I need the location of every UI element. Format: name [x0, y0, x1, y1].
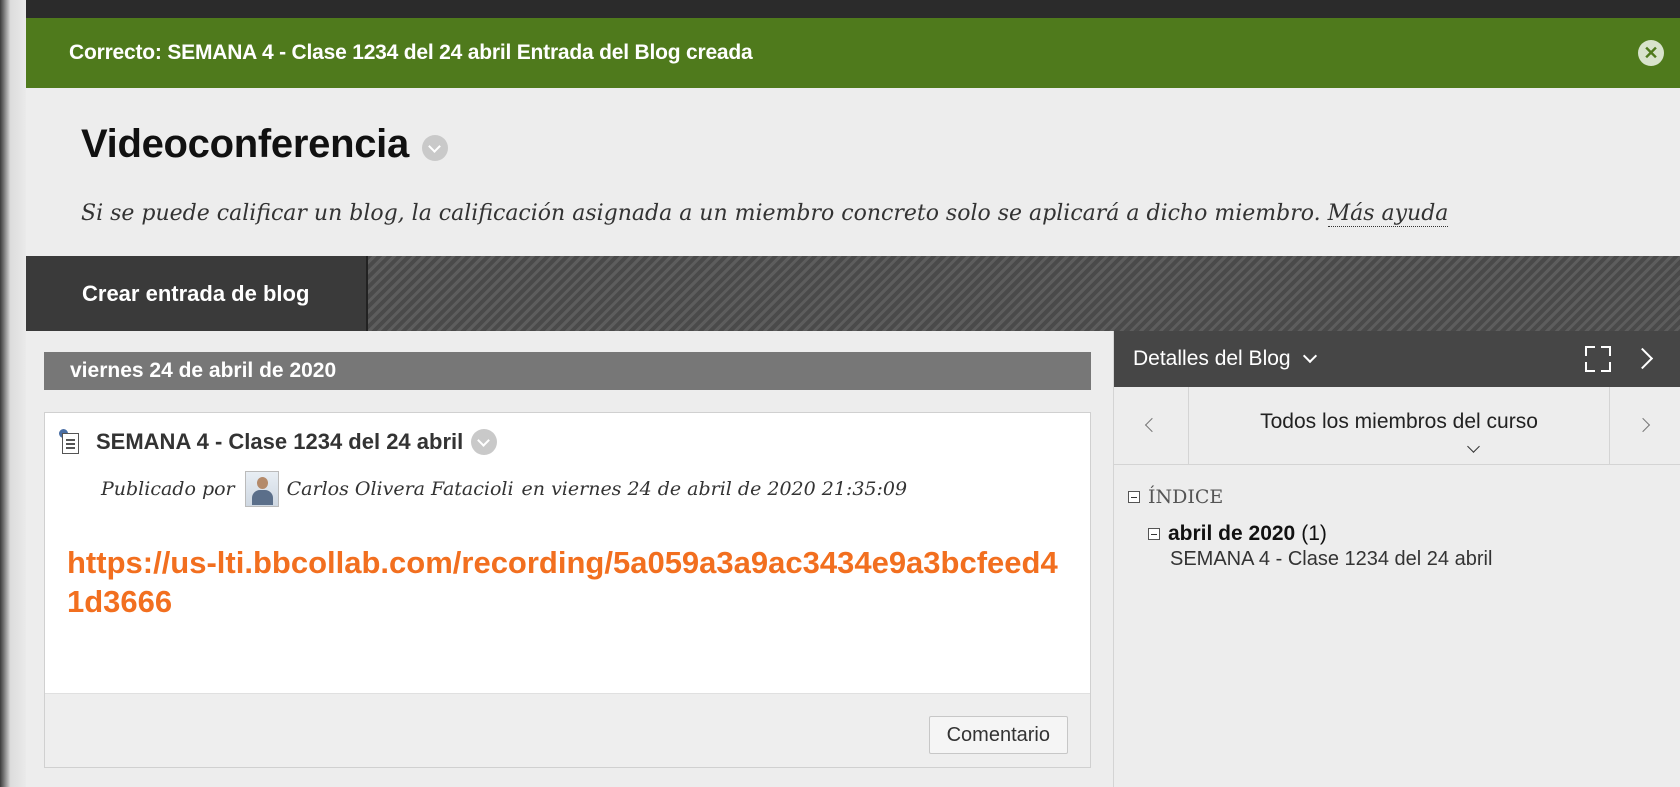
entry-title-row: SEMANA 4 - Clase 1234 del 24 abril — [59, 429, 498, 455]
chevron-down-icon — [1467, 440, 1480, 453]
chevron-down-icon[interactable] — [471, 429, 498, 455]
blog-entry-icon — [59, 429, 81, 455]
chevron-right-icon[interactable] — [1631, 347, 1654, 370]
blog-entry-card: SEMANA 4 - Clase 1234 del 24 abril Publi… — [44, 412, 1091, 768]
index-month: abril de 2020 (1) — [1148, 522, 1668, 546]
blog-page: Correcto: SEMANA 4 - Clase 1234 del 24 a… — [26, 18, 1680, 787]
collapse-toggle-icon[interactable] — [1128, 491, 1140, 503]
member-filter-label: Todos los miembros del curso — [1260, 410, 1538, 433]
chevron-down-icon[interactable] — [1302, 348, 1317, 364]
action-bar: Crear entrada de blog — [26, 256, 1680, 331]
entry-title: SEMANA 4 - Clase 1234 del 24 abril — [96, 429, 464, 454]
blog-index: ÍNDICE abril de 2020 (1) SEMANA 4 - Clas… — [1128, 486, 1668, 571]
member-selector: Todos los miembros del curso — [1114, 387, 1680, 465]
more-help-link[interactable]: Más ayuda — [1327, 201, 1449, 227]
index-heading: ÍNDICE — [1128, 486, 1668, 508]
month-label: abril de 2020 — [1168, 522, 1296, 545]
recording-link[interactable]: https://us-lti.bbcollab.com/recording/5a… — [67, 543, 1067, 621]
sidebar-header: Detalles del Blog — [1114, 331, 1680, 387]
avatar — [244, 471, 279, 507]
member-filter-dropdown[interactable]: Todos los miembros del curso — [1188, 387, 1610, 453]
month-count: (1) — [1301, 522, 1327, 545]
entry-byline: Publicado por Carlos Olivera Fatacioli e… — [101, 471, 907, 507]
entry-footer: Comentario — [45, 693, 1090, 767]
index-entry-link[interactable]: SEMANA 4 - Clase 1234 del 24 abril — [1170, 548, 1668, 571]
collapse-toggle-icon[interactable] — [1148, 528, 1160, 540]
window-edge — [0, 0, 26, 787]
next-member-button[interactable] — [1609, 387, 1680, 464]
instructions-text: Si se puede calificar un blog, la califi… — [81, 201, 1321, 226]
page-title: Videoconferencia — [81, 122, 409, 166]
blog-details-sidebar: Detalles del Blog Todos los miembros del… — [1113, 331, 1680, 787]
posted-by-label: Publicado por — [101, 478, 235, 500]
comment-button[interactable]: Comentario — [928, 716, 1068, 754]
chevron-down-icon[interactable] — [421, 134, 448, 161]
index-heading-label: ÍNDICE — [1148, 486, 1224, 508]
success-banner: Correcto: SEMANA 4 - Clase 1234 del 24 a… — [26, 18, 1680, 88]
page-header: Videoconferencia — [81, 122, 448, 167]
date-header: viernes 24 de abril de 2020 — [44, 352, 1091, 390]
create-blog-entry-button[interactable]: Crear entrada de blog — [26, 256, 368, 331]
instructions: Si se puede calificar un blog, la califi… — [81, 201, 1449, 227]
expand-icon[interactable] — [1585, 346, 1611, 372]
posted-date: en viernes 24 de abril de 2020 21:35:09 — [521, 478, 908, 500]
sidebar-title[interactable]: Detalles del Blog — [1133, 347, 1291, 371]
close-icon[interactable]: ✕ — [1638, 40, 1664, 66]
previous-member-button[interactable] — [1114, 387, 1189, 464]
banner-message: Correcto: SEMANA 4 - Clase 1234 del 24 a… — [69, 41, 753, 64]
author-name: Carlos Olivera Fatacioli — [286, 478, 514, 500]
